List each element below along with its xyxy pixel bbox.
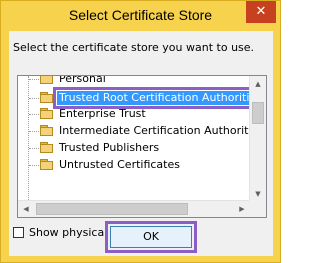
scroll-left-arrow-icon[interactable]: ◀: [18, 201, 34, 217]
tree-connector: [29, 148, 39, 149]
tree-item-label: Enterprise Trust: [59, 107, 146, 120]
scroll-right-arrow-icon[interactable]: ▶: [234, 201, 250, 217]
vertical-scroll-thumb[interactable]: [252, 102, 264, 124]
tree-connector: [29, 114, 39, 115]
tree-item-label: Trusted Publishers: [59, 141, 160, 154]
scroll-up-arrow-icon[interactable]: ▲: [250, 76, 266, 92]
ok-button[interactable]: OK: [105, 221, 197, 253]
show-physical-stores-checkbox[interactable]: [13, 227, 24, 238]
tree-connector: [29, 79, 39, 80]
folder-icon: [40, 92, 53, 103]
folder-icon: [40, 125, 53, 136]
instruction-text: Select the certificate store you want to…: [13, 41, 255, 54]
close-button[interactable]: ✕: [246, 1, 276, 23]
select-certificate-store-dialog: Select Certificate Store ✕ Select the ce…: [0, 0, 281, 263]
title-bar[interactable]: Select Certificate Store ✕: [1, 1, 280, 31]
horizontal-scroll-thumb[interactable]: [36, 203, 188, 215]
folder-icon: [40, 76, 53, 84]
horizontal-scrollbar[interactable]: ◀ ▶: [18, 200, 250, 217]
tree-connector: [29, 165, 39, 166]
folder-icon: [40, 142, 53, 153]
tree-connector: [29, 131, 39, 132]
tree-item-label: Untrusted Certificates: [59, 158, 180, 171]
close-icon: ✕: [255, 4, 267, 19]
folder-icon: [40, 108, 53, 119]
dialog-content: Select the certificate store you want to…: [9, 31, 273, 256]
tree-item-label: Intermediate Certification Authorities: [59, 124, 265, 137]
vertical-scrollbar[interactable]: ▲ ▼: [249, 76, 266, 202]
tree-item-label: Personal: [59, 75, 106, 85]
tree-connector: [29, 98, 39, 99]
folder-icon: [40, 159, 53, 170]
certificate-store-tree[interactable]: Personal Trusted Root Certification Auth…: [17, 75, 267, 218]
window-title: Select Certificate Store: [68, 7, 213, 23]
tree-connector-line: [28, 76, 29, 202]
scrollbar-corner: [249, 200, 266, 217]
tree-item-label: Trusted Root Certification Authorities: [53, 87, 266, 109]
